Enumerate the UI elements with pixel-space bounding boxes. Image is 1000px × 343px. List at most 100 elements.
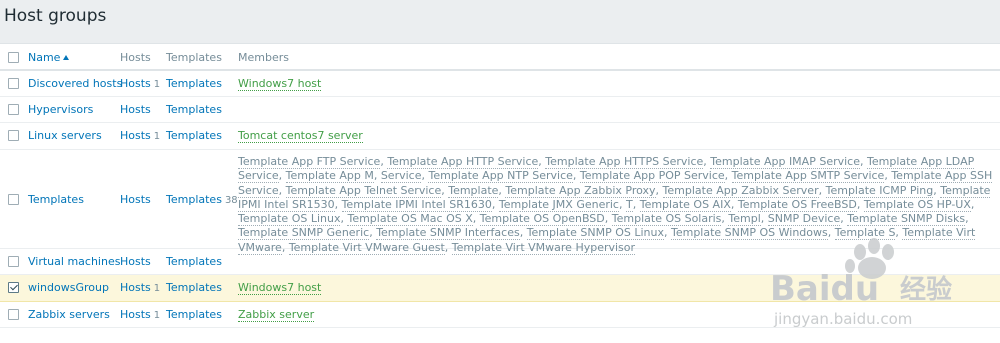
members-cell: Windows7 host — [238, 77, 322, 91]
members-cell: Zabbix server — [238, 308, 315, 322]
watermark-brand: Baidu — [770, 269, 879, 309]
group-name-link[interactable]: Hypervisors — [28, 103, 93, 116]
template-member-link[interactable]: Template App IMAP Service — [710, 155, 860, 169]
template-member-link[interactable]: T — [625, 197, 633, 212]
template-member-link[interactable]: Template App Zabbix Proxy — [505, 183, 656, 198]
hosts-link[interactable]: Hosts — [120, 255, 151, 268]
template-member-link[interactable]: Template SNMP OS Linux — [526, 226, 664, 241]
template-member-link[interactable]: Template OS Mac OS X — [347, 212, 473, 227]
templates-link[interactable]: Templates — [166, 193, 222, 206]
template-member-link[interactable]: Template SNMP Generic — [238, 226, 370, 241]
watermark-url: jingyan.baidu.com — [773, 310, 912, 328]
hosts-link[interactable]: Hosts — [120, 77, 151, 90]
table-row: Hypervisors Hosts Templates — [0, 97, 1000, 123]
templates-link[interactable]: Templates — [166, 129, 222, 142]
hosts-count: 1 — [153, 310, 161, 321]
hosts-count: 1 — [153, 79, 161, 90]
template-member-link[interactable]: Template ICMP Ping — [825, 183, 934, 198]
hosts-cell: Hosts — [120, 255, 154, 268]
template-member-link[interactable]: Template App Telnet Service — [285, 183, 442, 198]
templates-count: 38 — [224, 195, 238, 206]
row-checkbox[interactable] — [8, 256, 19, 267]
hosts-link[interactable]: Hosts — [120, 308, 151, 321]
template-member-link[interactable]: Template SNMP Disks — [847, 212, 966, 227]
column-name-label[interactable]: Name — [28, 51, 60, 64]
column-name-sort[interactable]: Name — [28, 51, 70, 64]
template-member-link[interactable]: SNMP Device — [767, 212, 841, 227]
template-member-link[interactable]: Template App NTP Service — [428, 169, 573, 184]
template-member-link[interactable]: Template App FTP Service — [238, 155, 381, 169]
template-member-link[interactable]: Template App POP Service — [579, 169, 725, 184]
templates-cell: Templates — [166, 281, 225, 294]
sort-asc-icon — [63, 55, 70, 60]
hosts-cell: Hosts — [120, 193, 154, 206]
template-member-link[interactable]: Template App Zabbix Server — [662, 183, 819, 198]
group-name-link[interactable]: Virtual machines — [28, 255, 120, 268]
templates-link[interactable]: Templates — [166, 77, 222, 90]
templates-link[interactable]: Templates — [166, 103, 222, 116]
template-member-link[interactable]: Template App HTTP Service — [387, 155, 539, 169]
column-templates: Templates — [166, 51, 222, 64]
template-member-link[interactable]: Template IPMI Intel SR1630 — [341, 197, 492, 212]
table-row: Discovered hosts Hosts 1 Templates Window… — [0, 71, 1000, 97]
group-name-link[interactable]: windowsGroup — [28, 281, 109, 294]
row-checkbox[interactable] — [8, 309, 19, 320]
template-member-link[interactable]: Service — [380, 169, 422, 184]
template-member-link[interactable]: Template JMX Generic — [498, 197, 619, 212]
hosts-count: 1 — [153, 131, 161, 142]
column-hosts: Hosts — [120, 51, 151, 64]
hosts-link[interactable]: Hosts — [120, 103, 151, 116]
row-checkbox[interactable] — [8, 104, 19, 115]
hosts-count: 1 — [153, 283, 161, 294]
row-checkbox[interactable] — [8, 78, 19, 89]
select-all-checkbox[interactable] — [8, 52, 19, 63]
members-cell: Windows7 host — [238, 281, 322, 295]
table-row: Linux servers Hosts 1 Templates Tomcat ce… — [0, 123, 1000, 150]
template-member-link[interactable]: Template OS Linux — [238, 212, 341, 227]
hosts-link[interactable]: Hosts — [120, 129, 151, 142]
template-member-link[interactable]: Template OS Solaris — [611, 212, 722, 227]
hosts-link[interactable]: Hosts — [120, 193, 151, 206]
template-member-link[interactable]: Template — [448, 183, 499, 198]
template-member-link[interactable]: Template App SMTP Service — [731, 169, 885, 184]
templates-link[interactable]: Templates — [166, 308, 222, 321]
templates-link[interactable]: Templates — [166, 255, 222, 268]
template-member-link[interactable]: Template App HTTPS Service — [545, 155, 704, 169]
table-header: Name Hosts Templates Members — [0, 44, 1000, 71]
row-checkbox-checked[interactable] — [8, 282, 19, 293]
hosts-cell: Hosts — [120, 103, 154, 116]
templates-cell: Templates — [166, 129, 225, 142]
hosts-cell: Hosts 1 — [120, 129, 160, 142]
hosts-cell: Hosts 1 — [120, 308, 160, 321]
templates-cell: Templates — [166, 255, 225, 268]
templates-link[interactable]: Templates — [166, 281, 222, 294]
templates-cell: Templates 38 — [166, 193, 238, 206]
template-member-link[interactable]: Templ — [728, 212, 761, 227]
group-name-link[interactable]: Templates — [28, 193, 84, 206]
template-member-link[interactable]: Template OS FreeBSD — [737, 197, 857, 212]
group-name-link[interactable]: Zabbix servers — [28, 308, 110, 321]
member-link[interactable]: Windows7 host — [238, 77, 322, 91]
group-name-link[interactable]: Discovered hosts — [28, 77, 122, 90]
member-link[interactable]: Windows7 host — [238, 281, 322, 295]
row-checkbox[interactable] — [8, 194, 19, 205]
hosts-cell: Hosts 1 — [120, 77, 160, 90]
template-member-link[interactable]: Template App M — [285, 169, 374, 184]
template-member-link[interactable]: Template OS AIX — [639, 197, 731, 212]
templates-cell: Templates — [166, 77, 225, 90]
templates-cell: Templates — [166, 308, 225, 321]
members-cell: Tomcat centos7 server — [238, 129, 363, 143]
member-link[interactable]: Tomcat centos7 server — [238, 129, 363, 143]
page-title: Host groups — [4, 6, 107, 26]
template-member-link[interactable]: Template OS OpenBSD — [479, 212, 605, 227]
template-member-link[interactable]: Template SNMP Interfaces — [376, 226, 520, 241]
group-name-link[interactable]: Linux servers — [28, 129, 102, 142]
baidu-watermark: Baidu 经验 jingyan.baidu.com — [770, 238, 952, 328]
template-member-link[interactable]: Template OS HP-UX — [863, 197, 971, 212]
column-members: Members — [238, 51, 289, 64]
templates-cell: Templates — [166, 103, 225, 116]
member-link[interactable]: Zabbix server — [238, 308, 315, 322]
hosts-link[interactable]: Hosts — [120, 281, 151, 294]
row-checkbox[interactable] — [8, 130, 19, 141]
watermark-cn: 经验 — [900, 274, 952, 305]
